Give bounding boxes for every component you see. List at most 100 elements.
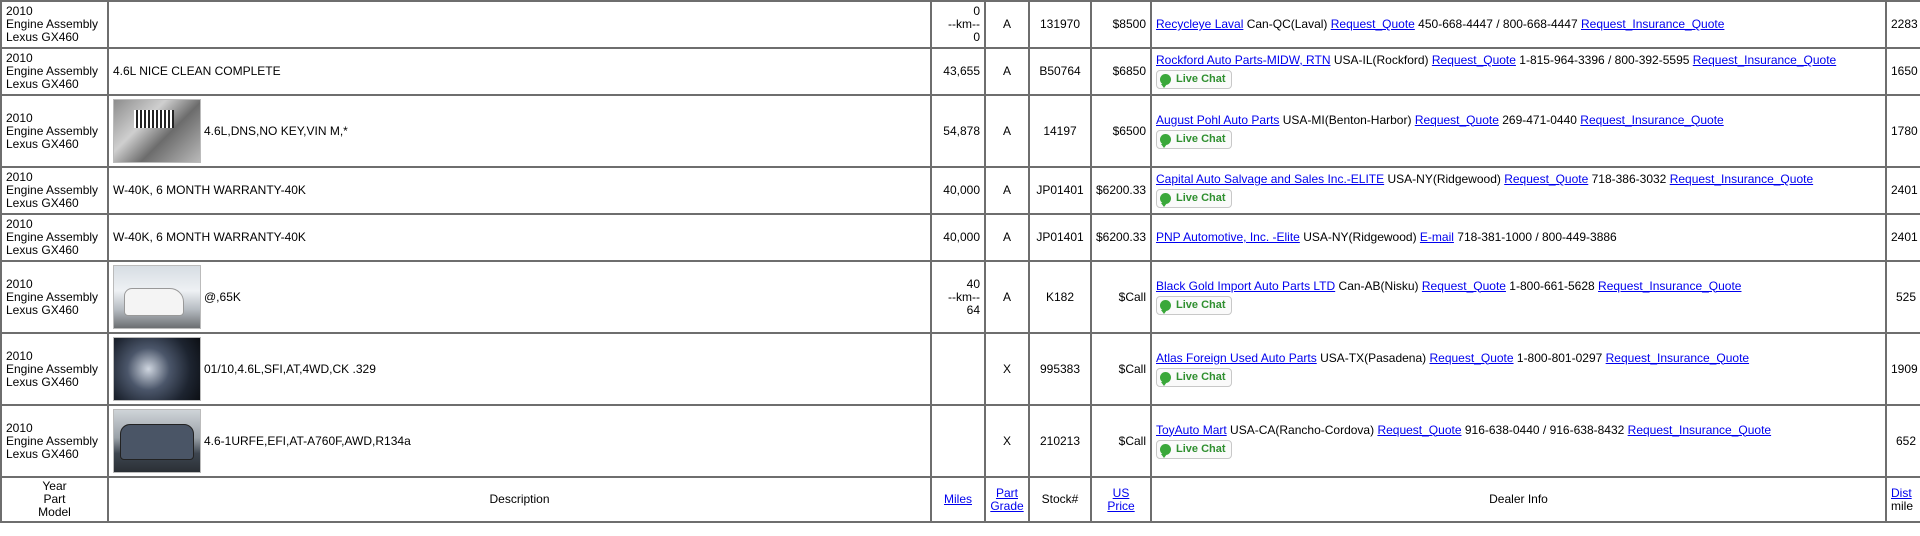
insurance-quote-link[interactable]: Request_Insurance_Quote [1598,279,1741,293]
live-chat-label: Live Chat [1176,442,1226,455]
grade-cell: A [984,47,1030,96]
miles-line: 40,000 [943,230,980,244]
year-part-model-cell: 2010 Engine Assembly Lexus GX460 [0,166,109,215]
sort-miles-link[interactable]: Miles [944,492,972,506]
header-grade-cell: Part Grade [984,476,1030,523]
chat-bubble-icon [1160,74,1171,88]
part-photo-thumbnail[interactable] [113,99,201,163]
results-body: 2010 Engine Assembly Lexus GX460 0 --km-- 0 A 1… [0,0,1920,478]
live-chat-label: Live Chat [1176,298,1226,311]
live-chat-button[interactable]: Live Chat [1156,367,1232,387]
part-photo-thumbnail[interactable] [113,265,201,329]
dealer-name-link[interactable]: ToyAuto Mart [1156,423,1227,437]
header-grade-line-2: Grade [990,498,1024,513]
grade-cell: A [984,213,1030,262]
stock-number-cell: JP01401 [1028,213,1092,262]
dealer-info-cell: Capital Auto Salvage and Sales Inc.-ELIT… [1150,166,1887,215]
contact-link[interactable]: Request_Quote [1331,17,1415,31]
miles-line: --km-- [948,289,980,304]
distance-cell: 1780 [1885,94,1920,168]
year: 2010 [6,276,33,291]
insurance-quote-link[interactable]: Request_Insurance_Quote [1628,423,1771,437]
stock-number-cell: B50764 [1028,47,1092,96]
distance-cell: 2283 [1885,0,1920,49]
dealer-name-link[interactable]: Atlas Foreign Used Auto Parts [1156,351,1317,365]
part-photo-thumbnail[interactable] [113,337,201,401]
distance-cell: 1650 [1885,47,1920,96]
contact-link[interactable]: Request_Quote [1422,279,1506,293]
header-stock: Stock# [1028,476,1092,523]
contact-link[interactable]: Request_Quote [1504,172,1588,186]
insurance-quote-link[interactable]: Request_Insurance_Quote [1670,172,1813,186]
description-text: 01/10,4.6L,SFI,AT,4WD,CK .329 [204,361,376,376]
year-part-model-cell: 2010 Engine Assembly Lexus GX460 [0,260,109,334]
dealer-phone: 1-800-661-5628 [1509,278,1595,293]
live-chat-button[interactable]: Live Chat [1156,189,1232,208]
year-part-model-cell: 2010 Engine Assembly Lexus GX460 [0,94,109,168]
sort-price-link[interactable]: US Price [1107,486,1134,513]
part-photo-thumbnail[interactable] [113,409,201,473]
chat-bubble-icon [1160,193,1171,207]
dealer-location: USA-NY(Ridgewood) [1303,230,1417,244]
price-cell: $6200.33 [1090,213,1152,262]
live-chat-button[interactable]: Live Chat [1156,70,1232,89]
live-chat-button[interactable]: Live Chat [1156,129,1232,149]
dealer-name-link[interactable]: August Pohl Auto Parts [1156,113,1279,127]
model-name: Lexus GX460 [6,302,79,317]
dealer-name-link[interactable]: Black Gold Import Auto Parts LTD [1156,279,1335,293]
contact-link[interactable]: E-mail [1420,230,1454,244]
header-dist-unit: mile [1891,498,1914,513]
column-header-row: Year Part Model Description Miles Part Gr… [0,476,1920,523]
description-text: 4.6L,DNS,NO KEY,VIN M,* [204,123,348,138]
description-cell: 01/10,4.6L,SFI,AT,4WD,CK .329 [107,332,932,406]
header-price-cell: US Price [1090,476,1152,523]
price-cell: $6200.33 [1090,166,1152,215]
chat-bubble-icon [1160,299,1171,314]
insurance-quote-link[interactable]: Request_Insurance_Quote [1580,113,1723,127]
live-chat-button[interactable]: Live Chat [1156,439,1232,459]
dealer-name-link[interactable]: PNP Automotive, Inc. -Elite [1156,230,1300,244]
header-grade-line-1: Part [995,485,1018,500]
listing-row: 2010 Engine Assembly Lexus GX460 4.6L NICE … [0,47,1920,96]
dealer-name-link[interactable]: Capital Auto Salvage and Sales Inc.-ELIT… [1156,172,1384,186]
part-name: Engine Assembly [6,123,99,138]
miles-cell: 0 --km-- 0 [930,0,986,49]
miles-cell: 43,655 [930,47,986,96]
description-cell: W-40K, 6 MONTH WARRANTY-40K [107,166,932,215]
dealer-name-link[interactable]: Recycleye Laval [1156,17,1243,31]
live-chat-label: Live Chat [1176,73,1226,85]
listing-row: 2010 Engine Assembly Lexus GX460 W-40K, 6 M… [0,166,1920,215]
insurance-quote-link[interactable]: Request_Insurance_Quote [1581,17,1724,31]
miles-cell [930,404,986,478]
description-text: @,65K [204,289,241,304]
part-name: Engine Assembly [6,361,99,376]
price-cell: $6850 [1090,47,1152,96]
contact-link[interactable]: Request_Quote [1377,423,1461,437]
price-cell: $Call [1090,404,1152,478]
contact-link[interactable]: Request_Quote [1432,53,1516,67]
grade-cell: X [984,404,1030,478]
model-name: Lexus GX460 [6,196,79,210]
miles-line: 40 [966,276,980,291]
insurance-quote-link[interactable]: Request_Insurance_Quote [1693,53,1836,67]
live-chat-label: Live Chat [1176,132,1226,145]
contact-link[interactable]: Request_Quote [1429,351,1513,365]
insurance-quote-link[interactable]: Request_Insurance_Quote [1606,351,1749,365]
dealer-info-cell: PNP Automotive, Inc. -Elite USA-NY(Ridge… [1150,213,1887,262]
price-cell: $8500 [1090,0,1152,49]
grade-cell: A [984,260,1030,334]
dealer-location: USA-IL(Rockford) [1333,53,1429,67]
header-miles-cell: Miles [930,476,986,523]
description-cell: 4.6L NICE CLEAN COMPLETE [107,47,932,96]
description-cell: @,65K [107,260,932,334]
contact-link[interactable]: Request_Quote [1415,113,1499,127]
sort-dist-link[interactable]: Dist [1891,486,1912,500]
dealer-name-link[interactable]: Rockford Auto Parts-MIDW, RTN [1156,53,1331,67]
chat-bubble-icon [1160,133,1171,148]
miles-cell: 54,878 [930,94,986,168]
dealer-phone: 450-668-4447 / 800-668-4447 [1418,17,1578,31]
dealer-info-cell: August Pohl Auto Parts USA-MI(Benton-Har… [1150,94,1887,168]
live-chat-button[interactable]: Live Chat [1156,295,1232,315]
sort-grade-link[interactable]: Part Grade [990,486,1023,513]
miles-line: 54,878 [943,123,980,138]
